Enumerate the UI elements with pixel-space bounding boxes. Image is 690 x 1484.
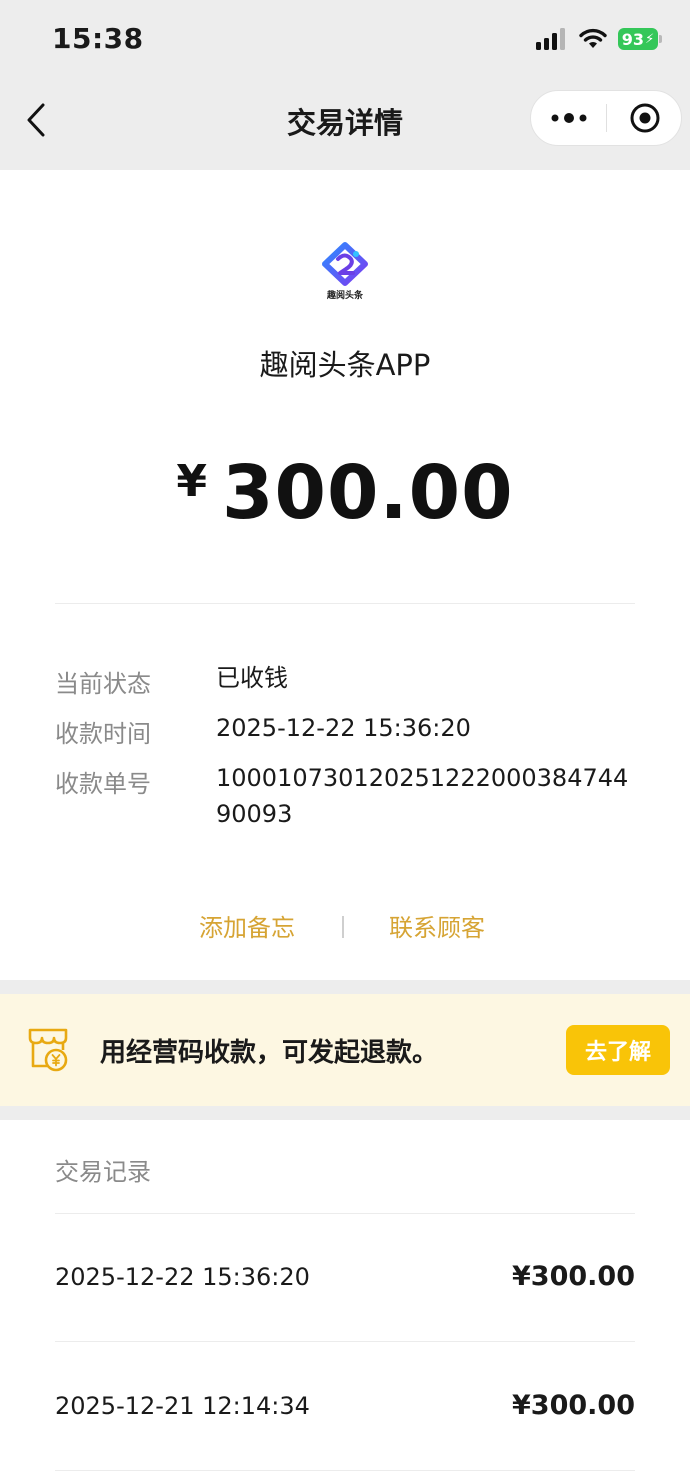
- status-time: 15:38: [52, 22, 144, 55]
- order-number-value: 10001073012025122200038474490093: [216, 764, 629, 828]
- status-icons: 93 ⚡: [536, 26, 662, 52]
- battery-icon: 93 ⚡: [618, 28, 658, 50]
- record-amount: ¥300.00: [512, 1390, 635, 1421]
- battery-cap: [659, 35, 662, 43]
- merchant-logo: 趣阅头条: [316, 242, 374, 302]
- transaction-detail-card: 趣阅头条 趣阅头条APP ¥300.00 当前状态 已收钱 收款时间 2025-…: [0, 170, 690, 980]
- transaction-records: 交易记录 2025-12-22 15:36:20 ¥300.00 2025-12…: [0, 1120, 690, 1484]
- currency-symbol: ¥: [176, 456, 209, 507]
- status-value: 已收钱: [216, 664, 288, 692]
- more-dots-icon: [551, 113, 587, 123]
- divider: [55, 1470, 635, 1471]
- nav-bar: 交易详情: [0, 78, 690, 170]
- promo-banner: 用经营码收款，可发起退款。 去了解: [0, 994, 690, 1106]
- merchant-name: 趣阅头条APP: [259, 348, 431, 382]
- order-number-label: 收款单号: [55, 770, 151, 798]
- status-bar: 15:38 93 ⚡: [0, 0, 690, 78]
- divider: [55, 603, 635, 604]
- records-title: 交易记录: [55, 1158, 151, 1186]
- target-close-icon: [630, 103, 660, 133]
- shop-yuan-icon: [28, 1028, 68, 1072]
- learn-more-button[interactable]: 去了解: [566, 1025, 670, 1075]
- more-button[interactable]: [531, 91, 607, 145]
- payment-time-value: 2025-12-22 15:36:20: [216, 714, 471, 742]
- merchant-logo-icon: [322, 242, 368, 286]
- battery-indicator: 93 ⚡: [618, 28, 662, 50]
- divider: [55, 1341, 635, 1342]
- promo-text: 用经营码收款，可发起退款。: [100, 1038, 439, 1068]
- record-amount: ¥300.00: [512, 1261, 635, 1292]
- close-mini-program-button[interactable]: [607, 91, 683, 145]
- merchant-logo-text: 趣阅头条: [326, 291, 363, 301]
- signal-icon: [536, 28, 565, 50]
- record-time: 2025-12-22 15:36:20: [55, 1263, 310, 1291]
- mini-program-capsule: [530, 90, 682, 146]
- action-divider: [342, 916, 344, 938]
- transaction-amount: ¥300.00: [0, 450, 690, 536]
- payment-time-label: 收款时间: [55, 720, 151, 748]
- add-note-link[interactable]: 添加备忘: [199, 908, 295, 943]
- divider: [55, 1213, 635, 1214]
- status-label: 当前状态: [55, 670, 151, 698]
- wifi-icon: [579, 28, 607, 48]
- contact-customer-link[interactable]: 联系顾客: [389, 908, 485, 943]
- amount-value: 300.00: [222, 450, 514, 536]
- record-time: 2025-12-21 12:14:34: [55, 1392, 310, 1420]
- battery-level: 93: [621, 29, 645, 49]
